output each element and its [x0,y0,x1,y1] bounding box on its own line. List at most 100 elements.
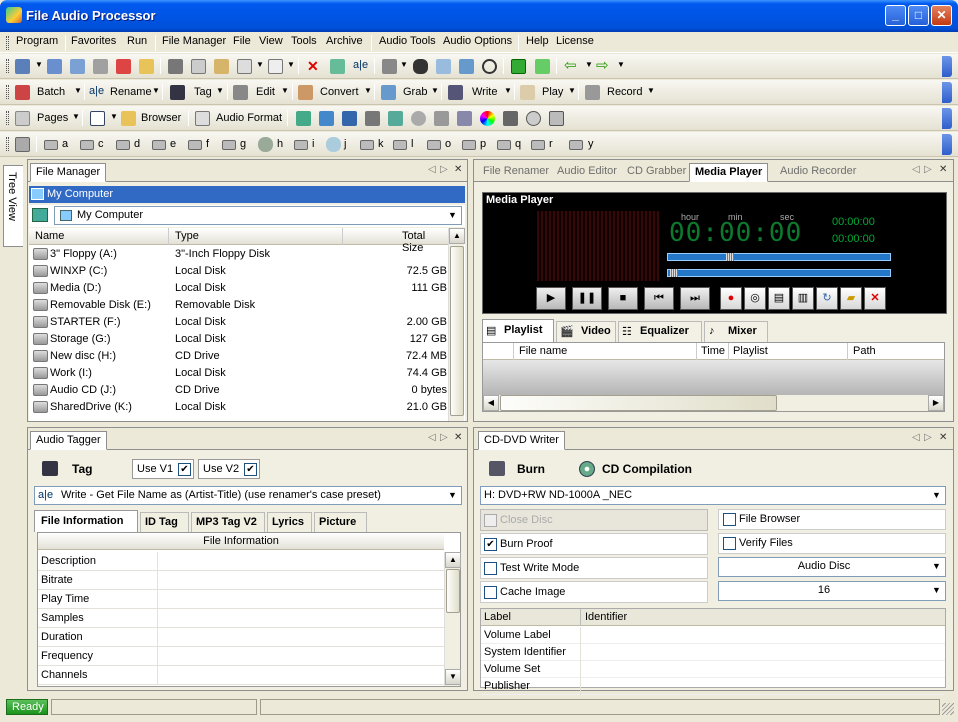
cd-icon[interactable]: ◎ [744,287,766,310]
tool10-icon[interactable] [503,111,518,126]
toolbar-chevron[interactable] [942,134,952,155]
drive-j-label[interactable]: j [344,138,346,150]
tool8-icon[interactable] [457,111,472,126]
color-icon[interactable] [480,111,495,126]
archive-icon[interactable] [511,59,526,74]
tag-button[interactable]: Tag [72,462,92,476]
tool7-icon[interactable] [434,111,449,126]
copy-to-icon[interactable] [237,59,252,74]
column-file-name[interactable]: File name [519,345,567,357]
burn-proof-checkbox[interactable]: ✔ [484,538,497,551]
chevron-down-icon[interactable]: ▼ [929,559,944,574]
close-button[interactable]: ✕ [931,5,952,26]
table-row[interactable]: Removable Disk (E:) Removable Disk [29,297,447,314]
menu-program[interactable]: Program [16,35,58,47]
drive-o-label[interactable]: o [445,138,451,150]
menu-run[interactable]: Run [127,35,147,47]
position-slider[interactable] [667,269,891,277]
drive-y-icon[interactable] [569,140,583,150]
grab-button[interactable]: Grab [403,86,427,98]
menu-tools[interactable]: Tools [291,35,317,47]
tab-playlist[interactable]: ▤ Playlist [482,319,554,342]
drive-o-icon[interactable] [427,140,441,150]
computer-icon[interactable] [15,59,30,74]
tag-preset-combo[interactable]: a|e Write - Get File Name as (Artist-Tit… [34,486,462,505]
chevron-down-icon[interactable]: ▼ [445,208,460,223]
table-row[interactable]: 3" Floppy (A:) 3"-Inch Floppy Disk [29,246,447,263]
scroll-up-icon[interactable]: ▲ [449,228,465,244]
scroll-up-icon[interactable]: ▲ [445,552,461,568]
panel-nav-left-icon[interactable]: ◁ [428,432,436,443]
drive-i-icon[interactable] [294,140,308,150]
menu-help[interactable]: Help [526,35,549,47]
properties-icon[interactable] [268,59,283,74]
menu-favorites[interactable]: Favorites [71,35,116,47]
list-item[interactable]: Bitrate [38,571,444,590]
menu-audio-tools[interactable]: Audio Tools [379,35,436,47]
cache-image-checkbox[interactable] [484,586,497,599]
new-folder-icon[interactable] [139,59,154,74]
drive-d-label[interactable]: d [134,138,140,150]
table-row[interactable]: Work (I:) Local Disk 74.4 GB [29,365,447,382]
drive-p-label[interactable]: p [480,138,486,150]
panel-nav-right-icon[interactable]: ▷ [440,164,448,175]
drive-a-label[interactable]: a [62,138,68,150]
cache-image-option[interactable]: Cache Image [480,581,708,603]
tab-file-renamer[interactable]: File Renamer [478,163,554,182]
list-item[interactable]: Samples [38,609,444,628]
drive-h-icon[interactable] [258,137,273,152]
stop-button[interactable]: ■ [608,287,638,310]
drive-a-icon[interactable] [44,140,58,150]
cd-icon[interactable] [411,111,426,126]
waveform-icon[interactable] [342,111,357,126]
test-write-checkbox[interactable] [484,562,497,575]
delete-icon[interactable]: ✕ [307,59,322,74]
move-icon[interactable] [116,59,131,74]
window-icon[interactable] [90,111,105,126]
tab-mp3-tag-v2[interactable]: MP3 Tag V2 [191,512,265,532]
convert-button[interactable]: Convert [320,86,359,98]
previous-button[interactable]: ⏮ [644,287,674,310]
column-label[interactable]: Label [484,611,511,623]
browser-button[interactable]: Browser [141,112,181,124]
playlist-icon[interactable]: ▤ [768,287,790,310]
table-row[interactable]: WINXP (C:) Local Disk 72.5 GB [29,263,447,280]
drive-l-label[interactable]: l [411,138,413,150]
next-button[interactable]: ⏭ [680,287,710,310]
tool4-icon[interactable] [365,111,380,126]
drive-p-icon[interactable] [462,140,476,150]
play-button[interactable]: Play [542,86,563,98]
menu-file[interactable]: File [233,35,251,47]
file-list-scrollbar[interactable]: ▲ [448,228,465,421]
scroll-thumb[interactable] [450,246,464,416]
file-browser-checkbox[interactable] [723,513,736,526]
resize-grip-icon[interactable] [942,703,954,715]
scroll-right-icon[interactable]: ▶ [928,395,944,411]
drive-k-label[interactable]: k [378,138,384,150]
use-v1-option[interactable]: Use V1 ✔ [132,459,194,479]
column-type[interactable]: Type [175,230,199,242]
table-row[interactable]: Storage (G:) Local Disk 127 GB [29,331,447,348]
drive-r-icon[interactable] [531,140,545,150]
rename-icon[interactable]: a|e [353,59,368,74]
path-combo[interactable]: My Computer ▼ [54,206,462,225]
write-button[interactable]: Write [472,86,497,98]
disc-type-combo[interactable]: Audio Disc ▼ [718,557,946,577]
use-v2-checkbox[interactable]: ✔ [244,463,257,476]
list-item[interactable]: Duration [38,628,444,647]
drive-q-label[interactable]: q [515,138,521,150]
drive-d-icon[interactable] [116,140,130,150]
menu-audio-options[interactable]: Audio Options [443,35,512,47]
list-item[interactable]: Description [38,552,444,571]
tool2-icon[interactable] [319,111,334,126]
print-icon[interactable] [382,59,397,74]
verify-files-checkbox[interactable] [723,537,736,550]
drive-h-label[interactable]: h [277,138,283,150]
extract-icon[interactable] [535,59,550,74]
tab-picture[interactable]: Picture [314,512,367,532]
table-row[interactable]: Media (D:) Local Disk 111 GB [29,280,447,297]
batch-button[interactable]: Batch [37,86,65,98]
tag-button[interactable]: Tag [194,86,212,98]
menu-license[interactable]: License [556,35,594,47]
chevron-down-icon[interactable]: ▼ [445,488,460,503]
